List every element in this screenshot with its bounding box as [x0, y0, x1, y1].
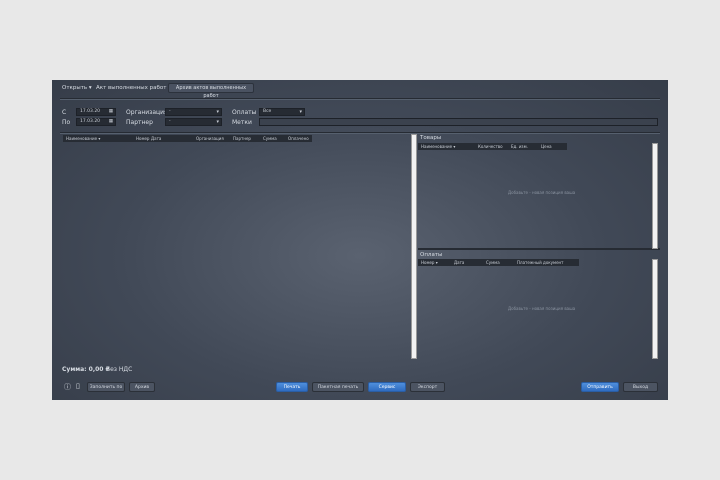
- col-unit[interactable]: Ед. изм.: [508, 143, 538, 150]
- col-paid[interactable]: Оплачено: [285, 135, 312, 142]
- calendar-icon[interactable]: ▦: [109, 109, 113, 115]
- to-label: По: [62, 119, 71, 126]
- print-button[interactable]: Печать: [276, 382, 308, 392]
- goods-panel: Товары Наименование ▾ Количество Ед. изм…: [418, 134, 660, 250]
- col-date[interactable]: Дата: [451, 259, 483, 266]
- col-partner[interactable]: Партнер: [230, 135, 260, 142]
- partner-select[interactable]: -: [165, 118, 222, 126]
- payments-panel: Оплаты Номер ▾ Дата Сумма Платежный доку…: [418, 252, 660, 359]
- exit-button[interactable]: Выход: [623, 382, 658, 392]
- fill-by-button[interactable]: Заполнить по: [87, 382, 125, 392]
- export-button[interactable]: Экспорт: [410, 382, 445, 392]
- vat-label: Без НДС: [106, 366, 133, 373]
- col-number[interactable]: Номер ▾: [418, 259, 451, 266]
- goods-title: Товары: [420, 135, 442, 141]
- payments-select[interactable]: Все: [259, 108, 305, 116]
- payments-header: Номер ▾ Дата Сумма Платежный документ: [418, 259, 579, 266]
- goods-placeholder: Добавьте - новая позиция ваша: [508, 190, 576, 195]
- send-button[interactable]: Отправить: [581, 382, 619, 392]
- tab-archive[interactable]: Архив актов выполненных работ: [168, 83, 254, 99]
- calendar-icon[interactable]: ▦: [109, 119, 113, 125]
- acts-table[interactable]: Наименование ▾ Номер Дата Организация Па…: [63, 135, 410, 358]
- from-label: С: [62, 109, 67, 116]
- to-date-input[interactable]: 17.03.20 ▦: [76, 118, 116, 126]
- col-qty[interactable]: Количество: [475, 143, 508, 150]
- col-org[interactable]: Организация: [193, 135, 230, 142]
- batch-print-button[interactable]: Пакетная печать: [312, 382, 364, 392]
- col-date[interactable]: Дата: [148, 135, 193, 142]
- to-date-value: 17.03.20: [80, 119, 101, 124]
- goods-scrollbar[interactable]: [652, 143, 658, 249]
- org-label: Организация: [126, 109, 168, 116]
- divider: [60, 98, 660, 99]
- from-date-input[interactable]: 17.03.20 ▦: [76, 108, 116, 116]
- payments-scrollbar[interactable]: [652, 259, 658, 359]
- partner-label: Партнер: [126, 119, 153, 126]
- service-button[interactable]: Сервис: [368, 382, 406, 392]
- col-name[interactable]: Наименование ▾: [418, 143, 475, 150]
- archive-window: Открыть ▾ Акт выполненных работ ▾ Архив …: [52, 80, 668, 400]
- tags-input[interactable]: [259, 118, 658, 126]
- goods-header: Наименование ▾ Количество Ед. изм. Цена: [418, 143, 567, 150]
- from-date-value: 17.03.20: [80, 109, 101, 114]
- tags-label: Метки: [232, 119, 252, 126]
- col-name[interactable]: Наименование ▾: [63, 135, 133, 142]
- help-icon[interactable]: ⓘ: [64, 382, 71, 392]
- col-price[interactable]: Цена: [538, 143, 567, 150]
- clipboard-icon[interactable]: ▯: [76, 382, 80, 390]
- col-sum[interactable]: Сумма: [483, 259, 514, 266]
- archive-button[interactable]: Архив: [129, 382, 155, 392]
- payments-label: Оплаты: [232, 109, 257, 116]
- total-sum: Сумма: 0,00 ₽: [62, 366, 110, 373]
- menu-open[interactable]: Открыть ▾: [62, 85, 92, 91]
- acts-scrollbar[interactable]: [411, 134, 417, 359]
- acts-table-header: Наименование ▾ Номер Дата Организация Па…: [63, 135, 312, 142]
- menu-act[interactable]: Акт выполненных работ ▾: [96, 85, 171, 91]
- payments-placeholder: Добавьте - новая позиция ваша: [508, 306, 576, 311]
- col-sum[interactable]: Сумма: [260, 135, 285, 142]
- col-number[interactable]: Номер: [133, 135, 149, 142]
- org-select[interactable]: -: [165, 108, 222, 116]
- col-doc[interactable]: Платежный документ: [514, 259, 579, 266]
- payments-title: Оплаты: [420, 252, 443, 258]
- divider: [60, 132, 660, 133]
